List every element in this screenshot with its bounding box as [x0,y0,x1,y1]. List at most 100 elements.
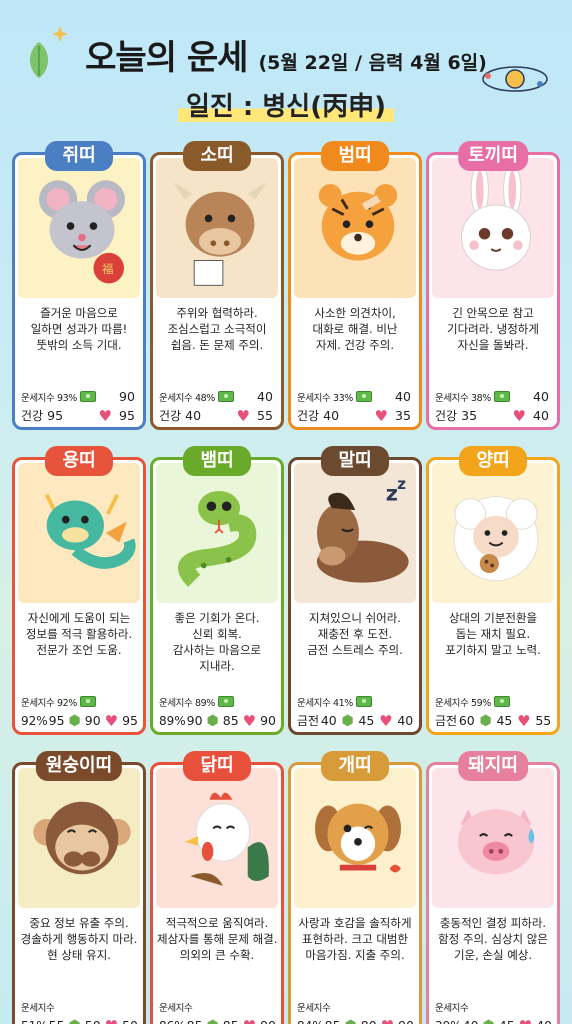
zodiac-card-tiger: 범띠 사소한 의견차이, 대화로 해결. 비난 자제. 건강 주의. 운세지수 33… [288,141,422,430]
fortune-index-row: 운세지수 93% 90 [21,387,139,406]
zodiac-name-tab: 돼지띠 [458,751,528,781]
rooster-icon [156,768,278,908]
fortune-index-label: 운세지수 [297,1002,331,1014]
heart-icon: ♥ [105,1018,118,1024]
heart-icon: ♥ [236,406,250,425]
score-label: 84% [297,1019,324,1024]
fortune-line: 지쳐있으니 쉬어라. [309,611,401,625]
zodiac-card-dragon: 용띠 자신에게 도움이 되는 정보를 적극 활용하라. 전문가 조언 도움. 운세지… [12,446,146,735]
fortune-index-label: 운세지수 33% [297,392,353,404]
score-label: 51% [21,1019,48,1024]
fortune-line: 금전 스트레스 주의. [307,643,403,657]
leaf-icon [29,42,49,78]
zodiac-name-tab: 쥐띠 [45,141,113,171]
fortune-description: 상대의 기분전환을 돕는 재치 필요. 포기하지 말고 노력. [433,610,553,658]
score-value-1: 55 [48,1018,66,1024]
fortune-index-label: 운세지수 38% [435,392,491,404]
score-row: 92% 95 ⬢ 90 ♥ 95 [21,711,139,730]
zodiac-name-tab: 개띠 [321,751,389,781]
planet-icon [482,66,548,92]
shield-icon: ⬢ [68,712,81,729]
heart-icon: ♥ [242,711,257,730]
money-value: 90 [119,389,135,404]
heart-icon: ♥ [512,406,526,425]
rabbit-icon [432,158,554,298]
fortune-index-label: 운세지수 48% [159,392,215,404]
score-value-1: 40 [462,1018,480,1024]
fortune-line: 쉽음. 돈 문제 주의. [170,338,264,352]
zodiac-card-dog: 개띠 사랑과 호감을 솔직하게 표현하라. 크고 대범한 마음가짐. 지출 주의. … [288,751,422,1024]
score-value-2: 80 [360,1018,378,1024]
money-icon [355,391,372,402]
fortune-index-row: 운세지수 [21,997,139,1016]
fortune-index-row: 운세지수 [159,997,277,1016]
money-icon [493,391,510,402]
score-value-3: 40 [397,713,414,728]
fortune-line: 현 상태 유지. [47,948,111,962]
shield-icon: ⬢ [479,712,492,729]
zodiac-name-tab: 말띠 [321,446,389,476]
fortune-index-label: 운세지수 92% [21,697,77,709]
score-value-2: 85 [222,713,239,728]
fortune-index-row: 운세지수 41% [297,692,415,711]
tiger-icon [294,158,416,298]
fortune-line: 적극적으로 움직여라. [165,916,269,930]
shield-icon: ⬢ [341,712,354,729]
fortune-stats: 운세지수 33% 40 건강 40 ♥ 35 [297,387,415,425]
money-value: 40 [395,389,411,404]
score-label: 86% [159,1019,186,1024]
fortune-line: 기다려라. 냉정하게 [447,322,539,336]
zodiac-card-pig: 돼지띠 충동적인 결정 피하라. 함정 주의. 심상치 않은 기운, 손실 예상. … [426,751,560,1024]
fortune-line: 주위와 협력하라. [176,306,258,320]
zodiac-name-tab: 소띠 [183,141,251,171]
fortune-description: 중요 정보 유출 주의. 경솔하게 행동하지 마라. 현 상태 유지. [19,915,139,963]
zodiac-card-sheep: 양띠 상대의 기분전환을 돕는 재치 필요. 포기하지 말고 노력. 운세지수 59… [426,446,560,735]
score-row: 89% 90 ⬢ 85 ♥ 90 [159,711,277,730]
fortune-line: 마음가짐. 지출 주의. [305,948,405,962]
heart-icon: ♥ [243,1018,256,1024]
score-value-2: 45 [496,713,513,728]
fortune-description: 적극적으로 움직여라. 제삼자를 통해 문제 해결. 의외의 큰 수확. [157,915,277,963]
zodiac-card-snake: 뱀띠 좋은 기회가 온다. 신뢰 회복. 감사하는 마음으로 지내라. 운세지수 89… [150,446,284,735]
snake-icon [156,463,278,603]
score-value-2: 45 [358,713,375,728]
health-value-2: 35 [395,408,411,423]
money-icon [79,391,96,402]
svg-text:z: z [397,475,406,493]
svg-text:z: z [386,481,398,506]
svg-text:福: 福 [102,262,113,276]
horse-icon: zz [294,463,416,603]
fortune-description: 사소한 의견차이, 대화로 해결. 비난 자제. 건강 주의. [295,305,415,353]
fortune-line: 자제. 건강 주의. [315,338,395,352]
score-label: 금전 [435,714,458,728]
score-row: 금전 60 ⬢ 45 ♥ 55 [435,711,553,730]
fortune-line: 대화로 해결. 비난 [312,322,398,336]
score-row: 39% 40 ⬢ 45 ♥ 40 [435,1016,553,1024]
date-subtitle: (5월 22일 / 음력 4월 6일) [258,52,487,74]
fortune-line: 경솔하게 행동하지 마라. [20,932,138,946]
health-row: 건강 35 ♥ 40 [435,406,553,425]
sheep-icon [432,463,554,603]
health-value-2: 55 [257,408,273,423]
fortune-line: 함정 주의. 심상치 않은 [438,932,548,946]
fortune-line: 의외의 큰 수확. [179,948,255,962]
fortune-line: 제삼자를 통해 문제 해결. [157,932,278,946]
fortune-index-row: 운세지수 33% 40 [297,387,415,406]
health-value-1: 40 [323,408,340,423]
heart-icon: ♥ [104,711,119,730]
score-value-2: 45 [498,1018,516,1024]
sparkle-icon [52,26,68,42]
heart-icon: ♥ [379,711,393,730]
zodiac-card-horse: 말띠 zz 지쳐있으니 쉬어라. 재충전 후 도전. 금전 스트레스 주의. 운세지… [288,446,422,735]
fortune-line: 사랑과 호감을 솔직하게 [298,916,412,930]
score-value-3: 90 [259,1018,277,1024]
score-label: 39% [435,1019,462,1024]
fortune-stats: 운세지수 86% 85 ⬢ 85 ♥ 90 [159,997,277,1024]
fortune-line: 지내라. [199,659,235,673]
header: 오늘의 운세 (5월 22일 / 음력 4월 6일) 일진 : 병신(丙申) [0,0,572,140]
shield-icon: ⬢ [207,1019,219,1024]
fortune-line: 포기하지 말고 노력. [445,643,541,657]
zodiac-card-ox: 소띠 주위와 협력하라. 조심스럽고 소극적이 쉽음. 돈 문제 주의. 운세지수 … [150,141,284,430]
zodiac-name-tab: 용띠 [45,446,113,476]
health-row: 건강 40 ♥ 35 [297,406,415,425]
